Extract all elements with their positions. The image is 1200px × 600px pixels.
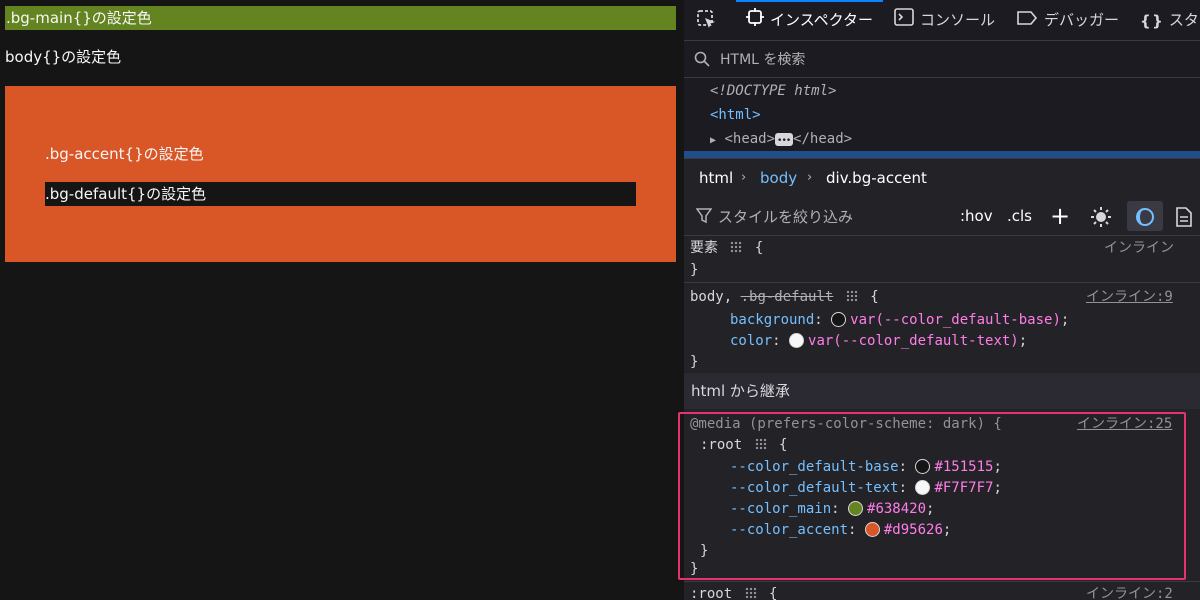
body-text: body{}の設定色	[5, 48, 122, 66]
color-swatch[interactable]	[789, 332, 805, 348]
property-value: var(--color_default-base)	[850, 312, 1061, 328]
color-swatch[interactable]	[831, 311, 847, 327]
rule-divider	[684, 581, 1200, 582]
chevron-right-icon: ›	[741, 170, 747, 185]
bg-default-block: .bg-default{}の設定色	[45, 182, 636, 206]
declaration-row[interactable]: color: var(--color_default-text);	[730, 331, 1027, 351]
inspector-icon	[746, 1, 764, 41]
tab-console[interactable]: コンソール	[894, 0, 995, 40]
rule-open-brace: {	[870, 289, 879, 305]
grid-icon[interactable]	[744, 587, 757, 599]
body-rule-selector[interactable]: body, .bg-default {	[690, 287, 879, 307]
breadcrumb-html[interactable]: html	[699, 159, 733, 197]
collapsed-ellipsis-icon[interactable]	[775, 129, 794, 153]
tab-style-editor-label: スタ	[1168, 11, 1199, 29]
expand-arrow-icon[interactable]: ▶	[710, 135, 716, 146]
root-selector-text: :root	[690, 586, 733, 600]
property-value: var(--color_default-text)	[808, 333, 1019, 349]
markup-head-node[interactable]: ▶ <head> </head>	[710, 127, 853, 153]
add-rule-button[interactable]: +	[1050, 197, 1070, 235]
rule-close-brace: }	[690, 354, 699, 370]
html-search-bar	[684, 41, 1200, 78]
tab-inspector[interactable]: インスペクター	[735, 0, 884, 41]
declaration-row[interactable]: background: var(--color_default-base);	[730, 310, 1069, 330]
page-preview: .bg-main{}の設定色 body{}の設定色 .bg-accent{}の設…	[0, 0, 683, 600]
dark-scheme-button[interactable]	[1127, 201, 1163, 231]
markup-doctype[interactable]: <!DOCTYPE html>	[710, 79, 836, 103]
rule-open-brace: {	[754, 240, 764, 256]
head-open-tag: <head>	[724, 131, 776, 147]
rule-close-brace: }	[690, 262, 699, 278]
grid-icon[interactable]	[845, 290, 858, 302]
chevron-right-icon: ›	[807, 170, 813, 185]
rule-divider	[684, 282, 1200, 283]
search-icon	[694, 51, 710, 71]
styles-filter-bar: :hov .cls +	[684, 197, 1200, 236]
root-rule-source-link[interactable]: インライン:2	[1086, 584, 1173, 600]
highlight-annotation-box	[678, 412, 1186, 580]
element-picker-icon[interactable]	[696, 9, 718, 35]
breadcrumb-body[interactable]: body	[760, 159, 797, 197]
bg-default-selector-text: .bg-default	[740, 289, 834, 305]
rule-open-brace: {	[769, 586, 778, 600]
cls-toggle-button[interactable]: .cls	[1007, 197, 1032, 235]
bg-accent-block: .bg-accent{}の設定色 .bg-default{}の設定色	[5, 86, 676, 262]
document-icon	[1176, 206, 1192, 227]
markup-html-node[interactable]: <html>	[710, 103, 761, 127]
html-search-input[interactable]	[718, 47, 1182, 73]
devtools-toolbar: インスペクター コンソール デバッガー { } スタ	[684, 0, 1200, 41]
tab-debugger-label: デバッガー	[1044, 11, 1120, 29]
style-editor-icon: { }	[1140, 11, 1163, 30]
moon-icon	[1136, 207, 1154, 226]
bg-main-block: .bg-main{}の設定色	[5, 6, 676, 30]
grid-icon[interactable]	[730, 241, 743, 253]
debugger-icon	[1016, 1, 1038, 41]
hov-toggle-button[interactable]: :hov	[960, 197, 993, 235]
bg-accent-text: .bg-accent{}の設定色	[45, 145, 204, 163]
breadcrumb-div-bg-accent[interactable]: div.bg-accent	[826, 159, 927, 197]
tab-inspector-label: インスペクター	[770, 11, 874, 29]
selected-node-row[interactable]	[684, 151, 1200, 158]
root-rule-selector-2[interactable]: :root {	[690, 584, 777, 600]
filter-icon	[695, 208, 713, 228]
styles-filter-input[interactable]	[716, 204, 950, 230]
property-name: color	[730, 333, 773, 349]
tab-console-label: コンソール	[920, 11, 996, 29]
tab-debugger[interactable]: デバッガー	[1016, 0, 1119, 40]
doctype-text: <!DOCTYPE html>	[710, 83, 837, 99]
body-rule-source-link[interactable]: インライン:9	[1086, 287, 1173, 307]
body-selector-text: body,	[690, 289, 733, 305]
inherited-from-html-header: html から継承	[684, 373, 1200, 409]
sun-icon	[1091, 206, 1111, 227]
element-selector-text: 要素	[690, 240, 718, 256]
element-rule-selector[interactable]: 要素 {	[690, 238, 763, 258]
head-close-tag: </head>	[793, 131, 853, 147]
console-icon	[894, 1, 914, 41]
property-name: background	[730, 312, 815, 328]
element-rule-source[interactable]: インライン	[1104, 238, 1174, 258]
breadcrumb: html › body › div.bg-accent	[684, 158, 1200, 198]
light-scheme-button[interactable]	[1090, 197, 1112, 235]
markup-tree: <!DOCTYPE html> <html> ▶ <head> </head>	[684, 78, 1200, 158]
tab-style-editor[interactable]: { } スタ	[1140, 0, 1199, 40]
html-tag-text: <html>	[710, 107, 761, 123]
print-simulation-button[interactable]	[1176, 197, 1192, 235]
